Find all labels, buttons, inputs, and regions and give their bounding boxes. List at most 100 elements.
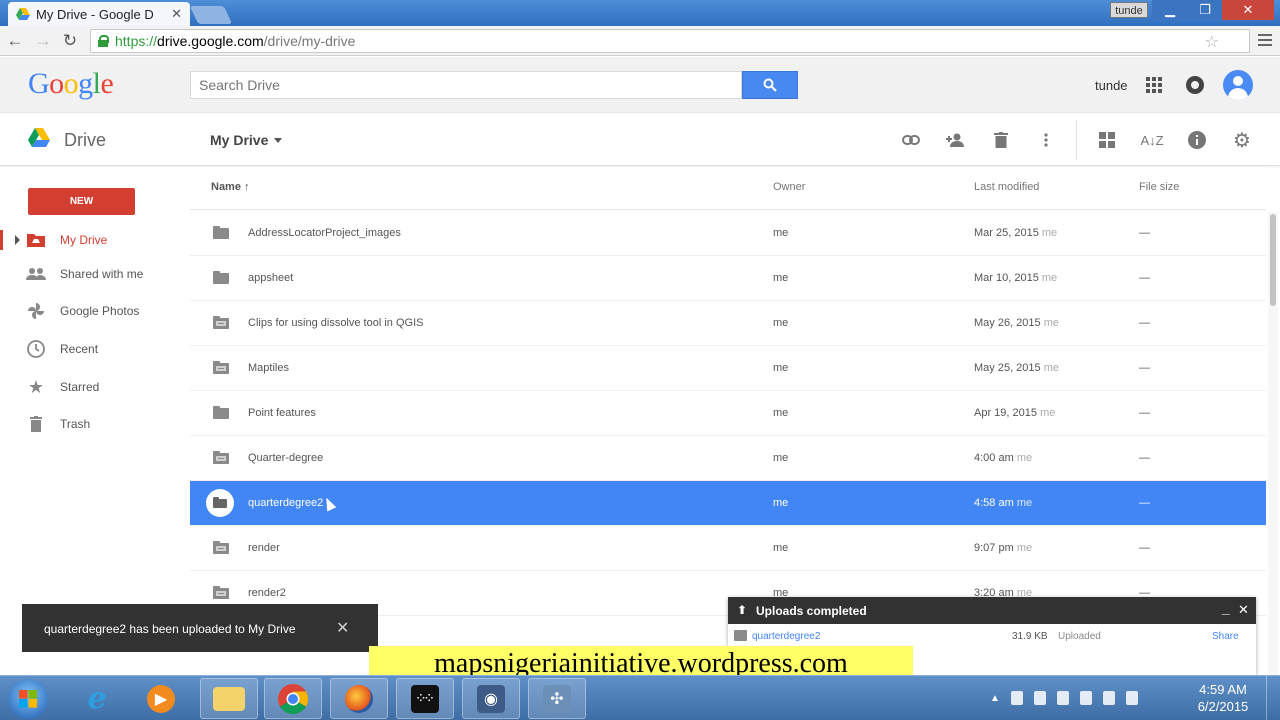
toast-message: quarterdegree2 has been uploaded to My D…	[44, 622, 296, 636]
bookmark-star-icon[interactable]: ☆	[1205, 32, 1219, 52]
taskbar-chrome[interactable]	[264, 678, 322, 719]
settings-gear-icon[interactable]: ⚙	[1232, 130, 1252, 152]
show-desktop-button[interactable]	[1266, 676, 1280, 720]
upload-share-link[interactable]: Share	[1212, 631, 1239, 642]
search-button[interactable]	[742, 71, 798, 99]
toolbar-divider	[1076, 120, 1077, 160]
battery-icon[interactable]	[1010, 691, 1023, 705]
upload-file-name[interactable]: quarterdegree2	[752, 631, 820, 642]
scrollbar-thumb[interactable]	[1270, 214, 1276, 306]
file-modified: May 26, 2015 me	[974, 317, 1059, 329]
table-row[interactable]: appsheet me Mar 10, 2015 me —	[190, 256, 1266, 301]
grid-view-icon[interactable]	[1097, 130, 1117, 150]
forward-arrow-icon[interactable]: →	[32, 30, 54, 52]
get-link-icon[interactable]	[901, 130, 921, 150]
account-name[interactable]: tunde	[1095, 78, 1128, 93]
url-scheme: https://	[115, 33, 158, 49]
avatar[interactable]	[1223, 70, 1253, 100]
reload-icon[interactable]: ↻	[59, 30, 81, 52]
sidebar-item-starred[interactable]: ★ Starred	[0, 372, 190, 402]
browser-profile-badge[interactable]: tunde	[1110, 2, 1148, 18]
taskbar-qgis[interactable]: ✣	[528, 678, 586, 719]
new-tab-button[interactable]	[189, 6, 233, 24]
drive-logo-icon	[28, 128, 50, 147]
table-row[interactable]: AddressLocatorProject_images me Mar 25, …	[190, 211, 1266, 256]
drive-favicon-icon	[16, 8, 30, 20]
sidebar-item-recent[interactable]: Recent	[0, 334, 190, 364]
browser-tab[interactable]: My Drive - Google D ✕	[8, 2, 190, 26]
taskbar-internet-explorer[interactable]: e	[68, 678, 126, 719]
tab-close-icon[interactable]: ✕	[171, 6, 182, 22]
more-vert-icon[interactable]	[1036, 130, 1056, 150]
trash-icon[interactable]	[991, 130, 1011, 150]
file-name: AddressLocatorProject_images	[248, 227, 401, 239]
table-row[interactable]: Quarter-degree me 4:00 am me —	[190, 436, 1266, 481]
column-last-modified[interactable]: Last modified	[974, 181, 1039, 193]
camera-app-icon: ◉	[477, 684, 505, 713]
tray-expand-icon[interactable]: ▲	[990, 693, 1000, 704]
file-list-scrollbar[interactable]	[1268, 212, 1278, 675]
table-row[interactable]: Maptiles me May 25, 2015 me —	[190, 346, 1266, 391]
apps-grid-icon[interactable]	[1146, 77, 1162, 93]
column-file-size[interactable]: File size	[1139, 181, 1179, 193]
firefox-icon	[345, 684, 373, 713]
tray-app-icon[interactable]	[1125, 691, 1138, 705]
google-header: Google tunde	[0, 57, 1280, 113]
upload-arrow-icon: ⬆	[737, 603, 748, 617]
usb-icon[interactable]	[1102, 691, 1115, 705]
search-input[interactable]	[190, 71, 742, 99]
taskbar-app[interactable]: ◉	[462, 678, 520, 719]
taskbar-media-player[interactable]: ▶	[132, 678, 190, 719]
sort-az-icon[interactable]: A↓Z	[1140, 130, 1163, 150]
volume-icon[interactable]	[1033, 691, 1046, 705]
window-close-button[interactable]: ✕	[1222, 0, 1274, 20]
chrome-menu-icon[interactable]	[1258, 34, 1272, 49]
column-header-row: Name ↑ Owner Last modified File size	[190, 167, 1266, 210]
sidebar-item-google-photos[interactable]: Google Photos	[0, 296, 190, 326]
column-owner[interactable]: Owner	[773, 181, 805, 193]
sidebar-item-label: Trash	[60, 417, 91, 431]
file-owner: me	[773, 362, 789, 374]
table-row[interactable]: Clips for using dissolve tool in QGIS me…	[190, 301, 1266, 346]
network-icon[interactable]	[1056, 691, 1069, 705]
taskbar-explorer[interactable]	[200, 678, 258, 719]
url-host: drive.google.com	[157, 33, 264, 49]
file-modified: Mar 10, 2015 me	[974, 272, 1058, 284]
minimize-icon[interactable]: _	[1222, 600, 1230, 616]
new-button[interactable]: NEW	[28, 188, 135, 215]
column-name[interactable]: Name ↑	[211, 181, 250, 193]
table-row[interactable]: Point features me Apr 19, 2015 me —	[190, 391, 1266, 436]
location-dropdown[interactable]: My Drive	[210, 132, 283, 148]
table-row[interactable]: render me 9:07 pm me —	[190, 526, 1266, 571]
file-size: —	[1139, 497, 1150, 509]
google-logo[interactable]: Google	[28, 67, 114, 101]
taskbar-firefox[interactable]	[330, 678, 388, 719]
folder-icon	[213, 226, 229, 239]
window-minimize-button[interactable]: ▁	[1152, 0, 1188, 20]
action-center-flag-icon[interactable]	[1079, 691, 1092, 705]
address-bar[interactable]: https:// drive.google.com /drive/my-driv…	[90, 29, 1250, 53]
start-button[interactable]	[8, 679, 48, 719]
taskbar-blackberry[interactable]: ⁘⁘	[396, 678, 454, 719]
sidebar-item-shared-with-me[interactable]: Shared with me	[0, 259, 190, 289]
share-person-add-icon[interactable]	[946, 130, 966, 150]
info-icon[interactable]	[1187, 130, 1207, 150]
back-arrow-icon[interactable]: ←	[4, 30, 26, 52]
taskbar-clock[interactable]: 4:59 AM 6/2/2015	[1190, 681, 1256, 715]
folder-icon	[213, 271, 229, 284]
window-maximize-button[interactable]: ❐	[1188, 0, 1222, 20]
toast-close-icon[interactable]: ✕	[336, 618, 349, 638]
uploads-close-icon[interactable]: ✕	[1238, 602, 1249, 618]
sidebar-item-my-drive[interactable]: My Drive	[0, 225, 190, 255]
notifications-icon[interactable]	[1186, 76, 1204, 94]
uploads-panel-header: ⬆ Uploads completed _ ✕	[728, 597, 1256, 624]
people-icon	[26, 265, 46, 283]
expand-arrow-icon[interactable]	[15, 235, 20, 245]
sidebar-item-trash[interactable]: Trash	[0, 409, 190, 439]
drive-title[interactable]: Drive	[64, 130, 106, 151]
table-row-selected[interactable]: quarterdegree2 me 4:58 am me —	[190, 481, 1266, 526]
shared-folder-icon	[213, 451, 229, 464]
file-owner: me	[773, 452, 789, 464]
file-modified: Apr 19, 2015 me	[974, 407, 1056, 419]
file-name: Maptiles	[248, 362, 289, 374]
